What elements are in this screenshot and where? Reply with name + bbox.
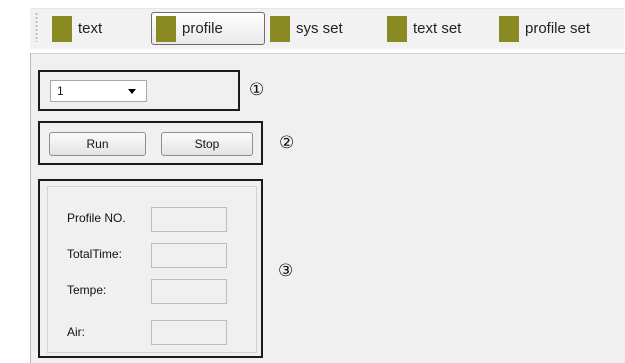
text-tab-icon bbox=[52, 15, 72, 42]
profile-select-value: 1 bbox=[57, 84, 64, 98]
total-time-field[interactable] bbox=[151, 243, 227, 268]
run-button[interactable]: Run bbox=[49, 132, 146, 156]
callout-marker-1: ① bbox=[249, 80, 265, 99]
tab-profile[interactable]: profile bbox=[151, 12, 265, 45]
profile-no-label: Profile NO. bbox=[67, 211, 126, 225]
sys-set-tab-icon bbox=[270, 15, 290, 42]
text-set-tab-icon bbox=[387, 15, 407, 42]
tab-label: text set bbox=[413, 20, 462, 37]
callout-marker-2: ② bbox=[279, 133, 295, 152]
tab-label: profile bbox=[182, 20, 223, 37]
stop-button[interactable]: Stop bbox=[161, 132, 253, 156]
air-label: Air: bbox=[67, 325, 85, 339]
tab-text-set[interactable]: text set bbox=[383, 12, 465, 45]
profile-set-tab-icon bbox=[499, 15, 519, 42]
tab-label: profile set bbox=[525, 20, 591, 37]
tab-sys-set[interactable]: sys set bbox=[266, 12, 347, 45]
callout-marker-3: ③ bbox=[278, 261, 294, 280]
profile-no-field[interactable] bbox=[151, 207, 227, 232]
air-field[interactable] bbox=[151, 320, 227, 345]
total-time-label: TotalTime: bbox=[67, 247, 122, 261]
profile-tab-icon bbox=[156, 15, 176, 42]
app-window: text profile sys set text set profile se… bbox=[0, 0, 625, 363]
chevron-down-icon bbox=[128, 89, 136, 94]
tab-text[interactable]: text bbox=[48, 12, 106, 45]
tab-profile-set[interactable]: profile set bbox=[495, 12, 594, 45]
toolbar-grip-handle[interactable] bbox=[35, 12, 38, 42]
tab-label: sys set bbox=[296, 20, 343, 37]
tab-label: text bbox=[78, 20, 103, 37]
temperature-field[interactable] bbox=[151, 279, 227, 304]
content-border bbox=[30, 53, 31, 363]
temperature-label: Tempe: bbox=[67, 283, 107, 297]
profile-select-dropdown[interactable]: 1 bbox=[50, 80, 147, 102]
